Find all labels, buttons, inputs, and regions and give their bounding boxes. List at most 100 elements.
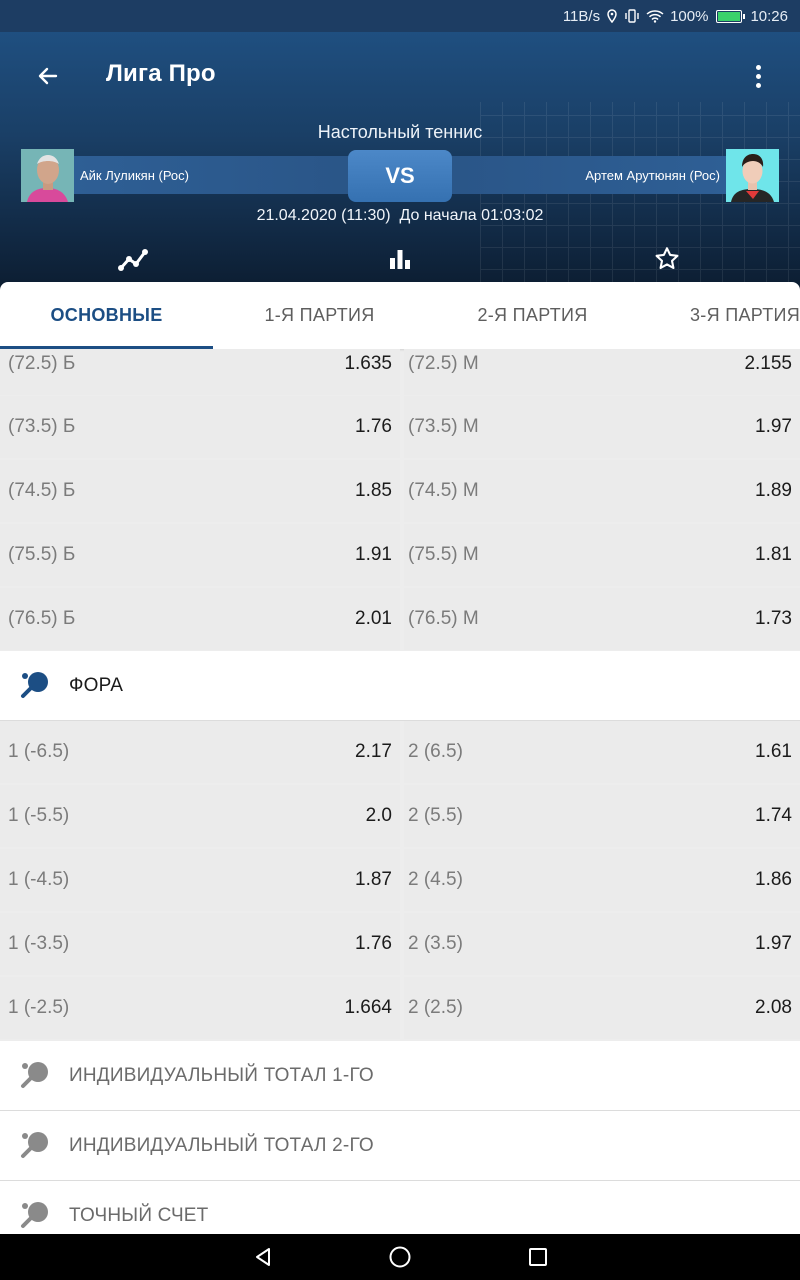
odds-label: 2 (4.5)	[408, 869, 463, 890]
ping-pong-paddle-icon	[21, 1062, 48, 1088]
odds-cell[interactable]: 2 (6.5) 1.61	[404, 721, 800, 783]
section-title: ИНДИВИДУАЛЬНЫЙ ТОТАЛ 2-ГО	[69, 1134, 374, 1156]
stats-button[interactable]	[380, 242, 420, 276]
odds-label: (76.5) Б	[8, 608, 76, 629]
arrow-left-icon	[38, 67, 58, 85]
more-menu-button[interactable]	[746, 58, 770, 94]
odds-value: 1.97	[755, 416, 792, 437]
odds-value: 1.664	[344, 997, 392, 1018]
odds-cell[interactable]: (73.5) М 1.97	[404, 396, 800, 458]
nav-back-button[interactable]	[248, 1242, 278, 1272]
odds-row: 1 (-5.5) 2.0 2 (5.5) 1.74	[0, 785, 800, 849]
section-title: ИНДИВИДУАЛЬНЫЙ ТОТАЛ 1-ГО	[69, 1064, 374, 1086]
odds-label: (75.5) Б	[8, 544, 76, 565]
odds-label: (73.5) М	[408, 416, 479, 437]
odds-row: (73.5) Б 1.76 (73.5) М 1.97	[0, 396, 800, 460]
odds-cell[interactable]: (72.5) Б 1.635	[0, 349, 400, 395]
favorite-button[interactable]	[647, 242, 687, 276]
circle-home-icon	[389, 1246, 411, 1268]
odds-row: 1 (-6.5) 2.17 2 (6.5) 1.61	[0, 721, 800, 785]
odds-label: (76.5) М	[408, 608, 479, 629]
odds-row: 1 (-4.5) 1.87 2 (4.5) 1.86	[0, 849, 800, 913]
chart-button[interactable]	[113, 242, 153, 276]
location-icon	[606, 9, 618, 23]
odds-label: 1 (-6.5)	[8, 741, 70, 762]
clock: 10:26	[750, 7, 788, 25]
odds-label: (72.5) Б	[8, 353, 76, 374]
battery-icon	[716, 9, 746, 23]
odds-cell[interactable]: (75.5) Б 1.91	[0, 524, 400, 586]
odds-cell[interactable]: (76.5) М 1.73	[404, 588, 800, 650]
match-date: 21.04.2020 (11:30)	[256, 207, 391, 224]
odds-cell[interactable]: 2 (2.5) 2.08	[404, 977, 800, 1039]
odds-cell[interactable]: (75.5) М 1.81	[404, 524, 800, 586]
tab-set-2[interactable]: 2-Я ПАРТИЯ	[426, 282, 639, 349]
odds-cell[interactable]: 2 (4.5) 1.86	[404, 849, 800, 911]
odds-value: 2.0	[365, 805, 392, 826]
tab-set-1[interactable]: 1-Я ПАРТИЯ	[213, 282, 426, 349]
odds-label: (74.5) М	[408, 480, 479, 501]
nav-home-button[interactable]	[385, 1242, 415, 1272]
odds-label: 1 (-4.5)	[8, 869, 70, 890]
odds-value: 1.73	[755, 608, 792, 629]
odds-cell[interactable]: 1 (-5.5) 2.0	[0, 785, 400, 847]
nav-recents-button[interactable]	[523, 1242, 553, 1272]
market-tabs: ОСНОВНЫЕ 1-Я ПАРТИЯ 2-Я ПАРТИЯ 3-Я ПАРТИ…	[0, 282, 800, 349]
tab-main[interactable]: ОСНОВНЫЕ	[0, 282, 213, 349]
odds-value: 2.01	[355, 608, 392, 629]
markets-list: (72.5) Б 1.635 (72.5) М 2.155 (73.5) Б 1.76…	[0, 349, 800, 1234]
player1-avatar	[21, 149, 74, 202]
section-fora[interactable]: ФОРА	[0, 651, 800, 721]
odds-value: 1.76	[355, 416, 392, 437]
status-bar: 11B/s 100% 10:26	[0, 0, 800, 32]
odds-cell[interactable]: 2 (3.5) 1.97	[404, 913, 800, 975]
sport-name: Настольный теннис	[317, 122, 483, 142]
odds-cell[interactable]: (74.5) Б 1.85	[0, 460, 400, 522]
section-individual-total-1[interactable]: ИНДИВИДУАЛЬНЫЙ ТОТАЛ 1-ГО	[0, 1041, 800, 1111]
odds-label: 1 (-3.5)	[8, 933, 70, 954]
odds-row: 1 (-3.5) 1.76 2 (3.5) 1.97	[0, 913, 800, 977]
odds-cell[interactable]: 1 (-6.5) 2.17	[0, 721, 400, 783]
vibrate-icon	[624, 9, 640, 23]
odds-cell[interactable]: (73.5) Б 1.76	[0, 396, 400, 458]
section-title: ТОЧНЫЙ СЧЕТ	[69, 1204, 209, 1226]
odds-value: 1.74	[755, 805, 792, 826]
bar-chart-icon	[390, 250, 410, 269]
section-individual-total-2[interactable]: ИНДИВИДУАЛЬНЫЙ ТОТАЛ 2-ГО	[0, 1111, 800, 1181]
wifi-icon	[646, 9, 664, 23]
square-recents-icon	[529, 1248, 547, 1266]
odds-label: 2 (6.5)	[408, 741, 463, 762]
odds-label: 1 (-2.5)	[8, 997, 70, 1018]
match-datetime: 21.04.2020 (11:30) До начала 01:03:02	[0, 207, 800, 225]
odds-value: 1.61	[755, 741, 792, 762]
odds-label: 2 (5.5)	[408, 805, 463, 826]
odds-cell[interactable]: 1 (-2.5) 1.664	[0, 977, 400, 1039]
section-exact-score[interactable]: ТОЧНЫЙ СЧЕТ	[0, 1181, 800, 1234]
player2-name: Артем Арутюнян (Рос)	[585, 167, 720, 183]
odds-cell[interactable]: (76.5) Б 2.01	[0, 588, 400, 650]
triangle-back-icon	[256, 1248, 270, 1266]
odds-label: (72.5) М	[408, 353, 479, 374]
odds-label: (73.5) Б	[8, 416, 76, 437]
ping-pong-paddle-icon	[21, 672, 48, 698]
star-icon	[655, 247, 679, 270]
countdown: До начала 01:03:02	[399, 207, 544, 224]
odds-cell[interactable]: (72.5) М 2.155	[404, 349, 800, 395]
odds-value: 1.91	[355, 544, 392, 565]
odds-value: 1.89	[755, 480, 792, 501]
section-title: ФОРА	[69, 674, 124, 696]
network-speed: 11B/s	[562, 7, 601, 25]
odds-value: 2.155	[744, 353, 792, 374]
odds-cell[interactable]: 1 (-4.5) 1.87	[0, 849, 400, 911]
odds-label: (74.5) Б	[8, 480, 76, 501]
tab-set-3[interactable]: 3-Я ПАРТИЯ	[639, 282, 800, 349]
odds-row: (75.5) Б 1.91 (75.5) М 1.81	[0, 524, 800, 588]
odds-cell[interactable]: 2 (5.5) 1.74	[404, 785, 800, 847]
player1-bar: Айк Луликян (Рос)	[74, 156, 364, 194]
odds-value: 1.85	[355, 480, 392, 501]
odds-cell[interactable]: (74.5) М 1.89	[404, 460, 800, 522]
ping-pong-paddle-icon	[21, 1202, 48, 1228]
odds-value: 2.17	[355, 741, 392, 762]
odds-cell[interactable]: 1 (-3.5) 1.76	[0, 913, 400, 975]
back-button[interactable]	[30, 58, 66, 94]
